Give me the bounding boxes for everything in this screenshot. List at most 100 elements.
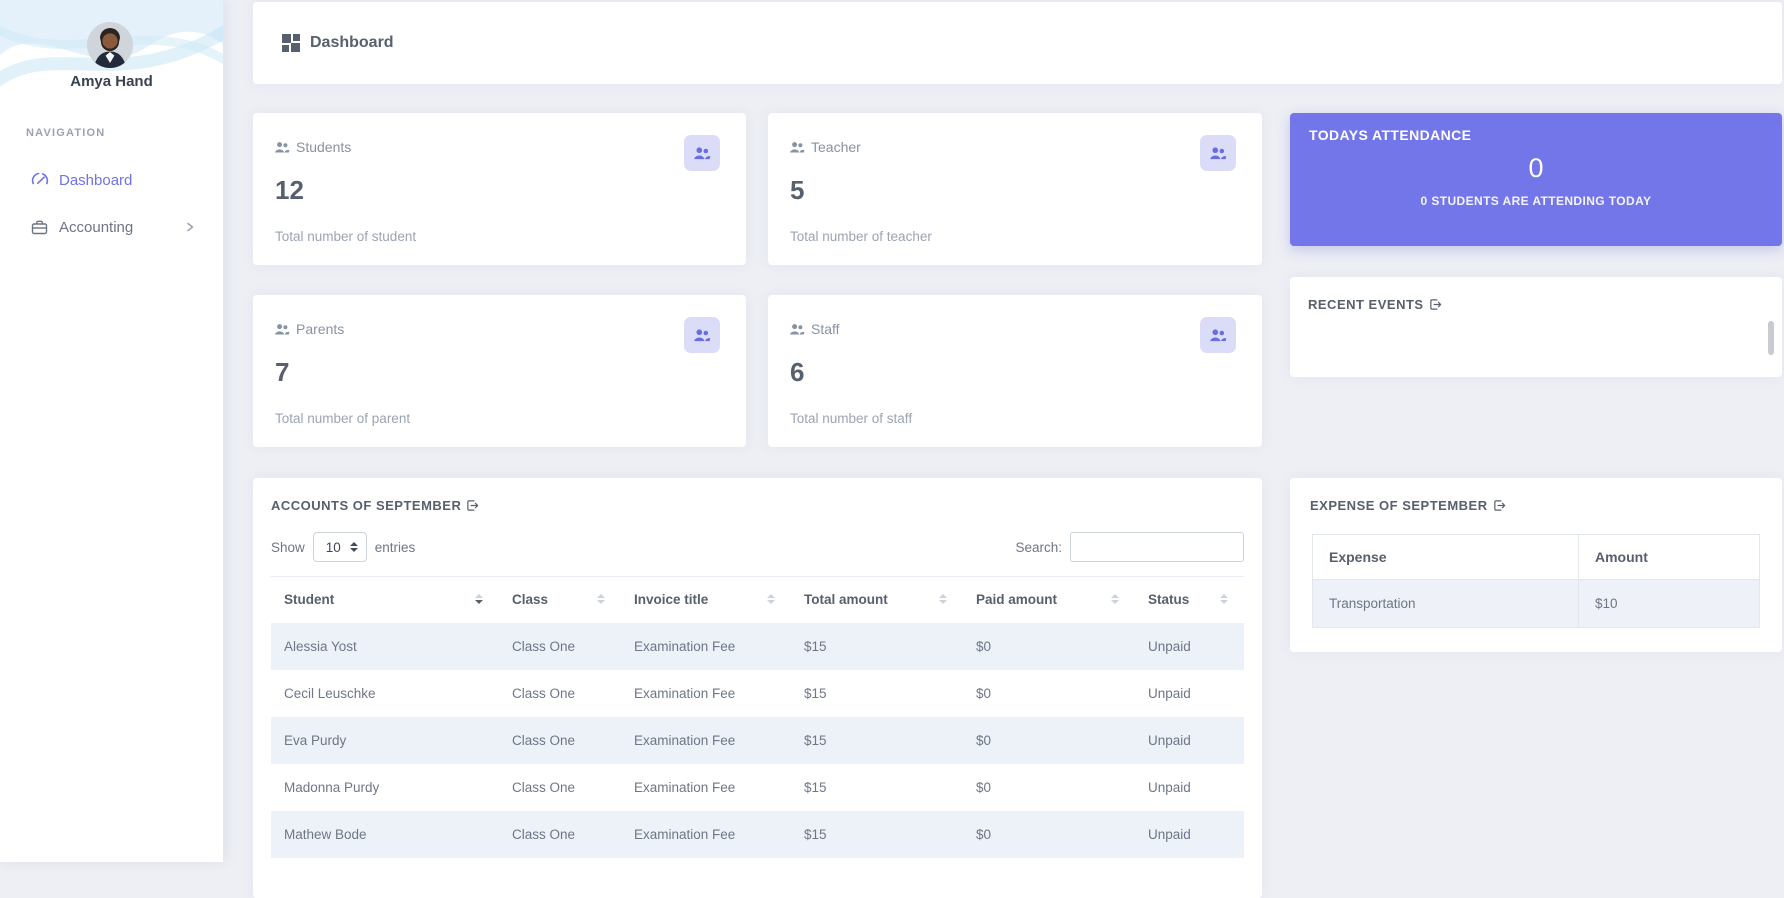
sidebar-item-dashboard[interactable]: Dashboard xyxy=(0,167,223,193)
stat-caption: Total number of student xyxy=(275,229,417,244)
table-row[interactable]: Transportation $10 xyxy=(1312,579,1760,628)
cell-student: Eva Purdy xyxy=(271,716,499,764)
stat-value: 12 xyxy=(275,175,304,205)
table-row[interactable]: Cecil Leuschke Class One Examination Fee… xyxy=(271,670,1244,717)
cell-student: Madonna Purdy xyxy=(284,779,380,795)
expense-panel: EXPENSE OF SEPTEMBER Expense Amount Tran… xyxy=(1290,478,1782,652)
cell-class: Class One xyxy=(499,622,621,670)
gauge-icon xyxy=(30,170,50,190)
cell-student: Cecil Leuschke xyxy=(284,685,376,701)
users-icon xyxy=(274,323,290,336)
cell-class: Class One xyxy=(512,779,576,795)
expense-title: EXPENSE OF SEPTEMBER xyxy=(1310,498,1488,513)
attendance-title: TODAYS ATTENDANCE xyxy=(1309,127,1472,143)
stat-card-staff: Staff 6 Total number of staff xyxy=(768,295,1262,447)
cell-total: $15 xyxy=(804,685,827,701)
box-arrow-right-icon[interactable] xyxy=(466,499,479,512)
cell-total: $15 xyxy=(791,810,963,858)
cell-class: Class One xyxy=(512,685,576,701)
avatar[interactable] xyxy=(87,22,133,68)
column-header-student[interactable]: Student xyxy=(271,576,499,623)
todays-attendance-card: TODAYS ATTENDANCE 0 0 STUDENTS ARE ATTEN… xyxy=(1290,113,1782,246)
cell-invoice: Examination Fee xyxy=(634,685,736,701)
cell-paid: $0 xyxy=(976,685,992,701)
cell-status: Unpaid xyxy=(1135,622,1244,670)
attendance-caption: 0 STUDENTS ARE ATTENDING TODAY xyxy=(1420,194,1652,208)
stat-caption: Total number of parent xyxy=(275,411,411,426)
select-caret-icon xyxy=(349,542,358,552)
users-badge-icon xyxy=(1200,135,1236,171)
column-header-total-amount[interactable]: Total amount xyxy=(791,576,963,623)
users-icon xyxy=(789,141,805,154)
expense-table: Expense Amount Transportation $10 xyxy=(1312,534,1760,628)
stat-label: Parents xyxy=(296,321,345,337)
search-input[interactable] xyxy=(1070,532,1244,562)
cell-total: $15 xyxy=(804,779,827,795)
stat-label: Teacher xyxy=(811,139,861,155)
sidebar: Amya Hand NAVIGATION Dashboard Accountin… xyxy=(0,0,223,862)
accounts-title: ACCOUNTS OF SEPTEMBER xyxy=(271,498,462,513)
column-header-class[interactable]: Class xyxy=(499,576,621,623)
expense-header-row: Expense Amount xyxy=(1312,534,1760,580)
briefcase-icon xyxy=(30,217,50,237)
column-header-invoice-title[interactable]: Invoice title xyxy=(621,576,791,623)
sort-icon xyxy=(475,593,483,604)
cell-class: Class One xyxy=(499,810,621,858)
box-arrow-right-icon[interactable] xyxy=(1429,298,1442,311)
search-label: Search: xyxy=(1015,539,1062,555)
cell-invoice: Examination Fee xyxy=(634,779,736,795)
sidebar-item-label: Accounting xyxy=(59,218,134,236)
cell-paid: $0 xyxy=(963,716,1135,764)
nav-section-label: NAVIGATION xyxy=(26,127,106,139)
sort-icon xyxy=(1111,593,1119,604)
sort-icon xyxy=(939,593,947,604)
cell-status: Unpaid xyxy=(1148,779,1191,795)
events-scrollbar[interactable] xyxy=(1768,321,1774,355)
page-size-value: 10 xyxy=(325,539,341,555)
recent-events-card: RECENT EVENTS xyxy=(1290,277,1782,377)
box-arrow-right-icon[interactable] xyxy=(1493,499,1506,512)
recent-events-title: RECENT EVENTS xyxy=(1308,297,1424,312)
cell-total: $15 xyxy=(791,716,963,764)
cell-paid: $0 xyxy=(963,810,1135,858)
accounts-panel: ACCOUNTS OF SEPTEMBER Show 10 entries Se… xyxy=(253,478,1262,898)
cell-class: Class One xyxy=(499,716,621,764)
page-size-select[interactable]: 10 xyxy=(312,532,367,562)
table-row[interactable]: Eva Purdy Class One Examination Fee $15 … xyxy=(271,716,1244,764)
column-header-paid-amount[interactable]: Paid amount xyxy=(963,576,1135,623)
cell-invoice: Examination Fee xyxy=(621,622,791,670)
cell-invoice: Examination Fee xyxy=(621,716,791,764)
cell-invoice: Examination Fee xyxy=(621,810,791,858)
sort-icon xyxy=(1220,593,1228,604)
dashboard-grid-icon xyxy=(282,34,300,52)
user-name: Amya Hand xyxy=(70,73,153,90)
cell-expense-amount: $10 xyxy=(1578,579,1760,628)
column-header-amount: Amount xyxy=(1578,534,1760,580)
users-badge-icon xyxy=(1200,317,1236,353)
stat-value: 7 xyxy=(275,357,290,387)
stat-card-teacher: Teacher 5 Total number of teacher xyxy=(768,113,1262,265)
stat-card-parents: Parents 7 Total number of parent xyxy=(253,295,746,447)
sidebar-item-accounting[interactable]: Accounting xyxy=(0,214,223,240)
attendance-count: 0 xyxy=(1528,153,1544,183)
table-row[interactable]: Madonna Purdy Class One Examination Fee … xyxy=(271,764,1244,811)
show-label: Show xyxy=(271,539,305,555)
table-row[interactable]: Alessia Yost Class One Examination Fee $… xyxy=(271,622,1244,670)
column-header-status[interactable]: Status xyxy=(1135,576,1244,623)
users-icon xyxy=(274,141,290,154)
chevron-right-icon xyxy=(183,220,197,234)
stat-label: Students xyxy=(296,139,352,155)
table-header-row: Student Class Invoice title Total amount… xyxy=(271,576,1244,623)
page-title: Dashboard xyxy=(310,34,394,51)
cell-student: Alessia Yost xyxy=(271,622,499,670)
cell-total: $15 xyxy=(791,622,963,670)
cell-status: Unpaid xyxy=(1135,716,1244,764)
users-badge-icon xyxy=(684,317,720,353)
cell-student: Mathew Bode xyxy=(271,810,499,858)
entries-label: entries xyxy=(374,539,416,555)
cell-expense-name: Transportation xyxy=(1312,579,1579,628)
column-header-expense: Expense xyxy=(1312,534,1579,580)
stat-caption: Total number of staff xyxy=(790,411,913,426)
table-row[interactable]: Mathew Bode Class One Examination Fee $1… xyxy=(271,810,1244,858)
stat-value: 5 xyxy=(790,175,805,205)
